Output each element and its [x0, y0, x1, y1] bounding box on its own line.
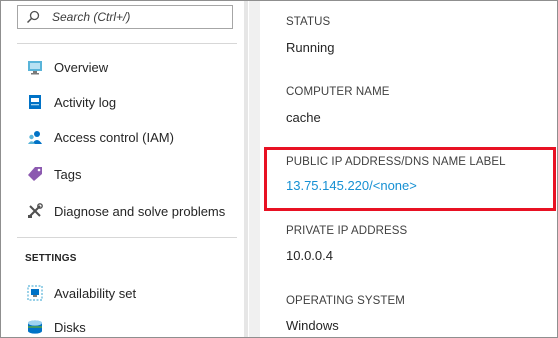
menu-item-diagnose[interactable]: Diagnose and solve problems [17, 196, 237, 226]
menu-item-tags[interactable]: Tags [17, 159, 237, 189]
menu-item-access-control[interactable]: Access control (IAM) [17, 122, 237, 152]
menu-item-label: Activity log [54, 94, 117, 110]
public-ip-highlight-box [264, 147, 556, 211]
vm-overview-window: Search (Ctrl+/) Overview Activity log Ac… [0, 0, 558, 338]
menu-item-availability-set[interactable]: Availability set [17, 278, 237, 308]
menu-item-label: Overview [54, 59, 109, 75]
blade-divider [249, 1, 260, 337]
tag-icon [27, 166, 43, 182]
computer-name-label: COMPUTER NAME [286, 86, 390, 98]
computer-name-value: cache [286, 110, 321, 125]
search-box[interactable]: Search (Ctrl+/) [17, 5, 233, 29]
search-input[interactable]: Search (Ctrl+/) [52, 10, 130, 24]
status-label: STATUS [286, 16, 331, 28]
divider [17, 43, 237, 44]
menu-item-label: Tags [54, 166, 82, 182]
search-icon [26, 10, 40, 24]
availability-set-icon [27, 285, 43, 301]
divider [17, 237, 237, 238]
settings-section-title: SETTINGS [25, 253, 77, 264]
private-ip-label: PRIVATE IP ADDRESS [286, 225, 408, 237]
menu-item-activity-log[interactable]: Activity log [17, 87, 237, 117]
people-icon [27, 129, 43, 145]
activity-log-icon [27, 94, 43, 110]
menu-item-label: Access control (IAM) [54, 129, 174, 145]
menu-item-label: Availability set [54, 285, 137, 301]
disks-icon [27, 319, 43, 335]
os-label: OPERATING SYSTEM [286, 295, 405, 307]
resource-menu: Search (Ctrl+/) Overview Activity log Ac… [1, 1, 248, 337]
os-value: Windows [286, 318, 339, 333]
menu-scrollbar[interactable] [244, 1, 248, 337]
wrench-icon [27, 203, 43, 219]
menu-item-label: Disks [54, 319, 86, 335]
menu-item-disks[interactable]: Disks [17, 312, 237, 337]
menu-item-overview[interactable]: Overview [17, 52, 237, 82]
monitor-icon [27, 59, 43, 75]
private-ip-value: 10.0.0.4 [286, 248, 333, 263]
status-value: Running [286, 40, 335, 55]
menu-item-label: Diagnose and solve problems [54, 203, 226, 219]
